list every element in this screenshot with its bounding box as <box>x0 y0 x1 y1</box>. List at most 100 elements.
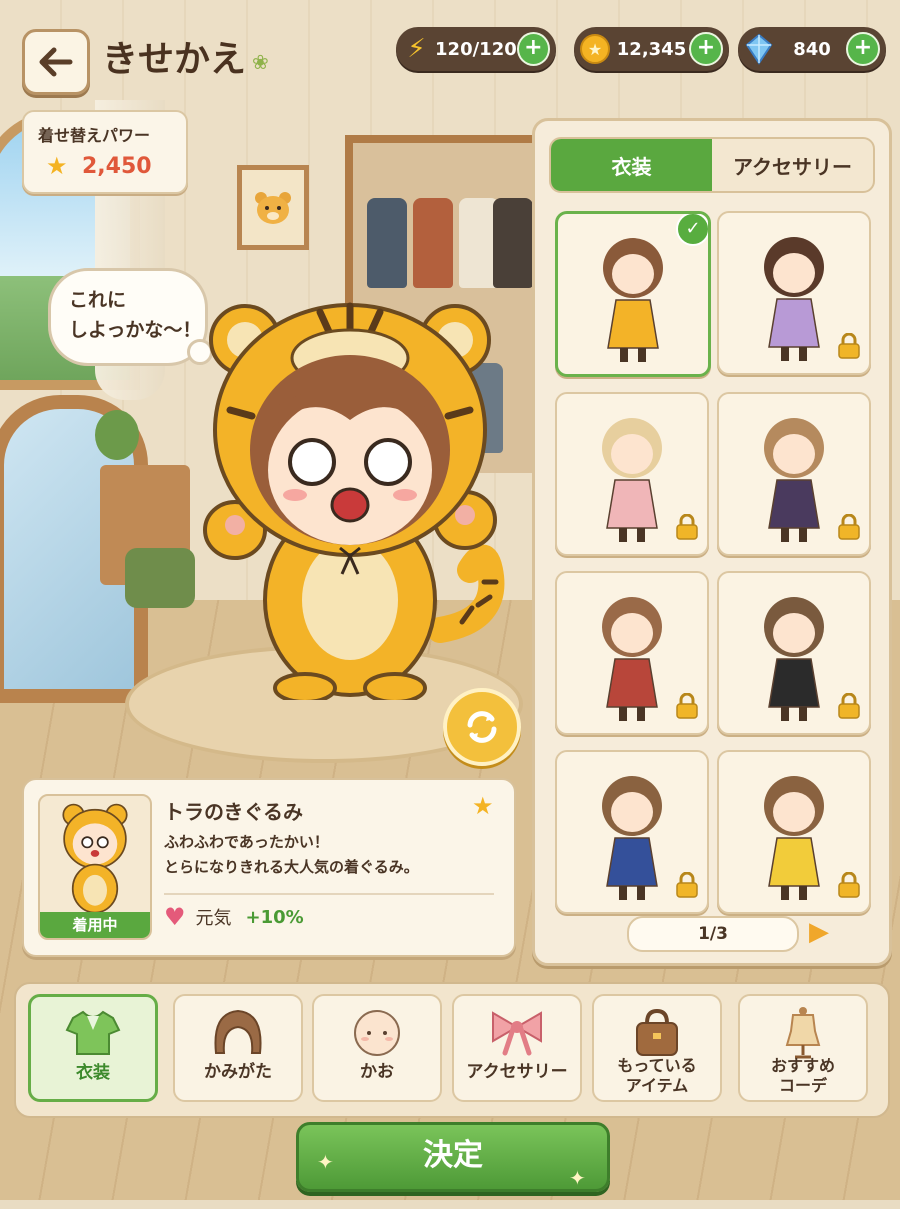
tiger-kigurumi-character <box>203 302 505 704</box>
dressup-power-box: 着せ替えパワー ★ 2,450 <box>22 110 188 194</box>
coin-counter: ★ 12,345 + <box>574 27 729 71</box>
bag-icon <box>627 1006 687 1058</box>
equipped-badge: 着用中 <box>40 912 150 938</box>
costume-figure <box>602 418 662 542</box>
rotate-character-button[interactable] <box>443 688 521 766</box>
speech-line-1: これに <box>69 289 127 311</box>
category-owned-items[interactable]: もっている アイテム <box>592 994 722 1102</box>
lock-icon <box>675 513 699 546</box>
face-icon <box>347 1006 407 1058</box>
costume-grid: ✓ <box>555 211 871 914</box>
costume-card-pink-flower-dress[interactable] <box>555 392 709 556</box>
item-stat: ♥ 元気 +10% <box>164 893 494 939</box>
back-button[interactable] <box>22 29 90 95</box>
category-label: かお <box>360 1062 394 1082</box>
costume-card-red-hood-dress[interactable] <box>555 571 709 735</box>
add-coins-button[interactable]: + <box>689 32 723 66</box>
costume-figure <box>603 238 663 362</box>
costume-figure <box>764 418 824 542</box>
lock-icon <box>837 513 861 546</box>
svg-text:★: ★ <box>588 40 602 59</box>
category-label: おすすめ コーデ <box>740 1056 866 1096</box>
shirt-icon <box>63 1007 123 1059</box>
costume-figure <box>764 237 824 361</box>
next-page-button[interactable]: ▶ <box>809 917 833 947</box>
potted-plant <box>95 410 139 460</box>
speech-line-2: しよっかな～！ <box>69 319 202 341</box>
costume-card-purple-jockey-outfit[interactable] <box>717 211 871 375</box>
item-name: トラのきぐるみ <box>164 800 303 824</box>
stamina-counter: ⚡ 120/120 + <box>396 27 556 71</box>
ribbon-icon <box>487 1006 547 1058</box>
leaf-icon: ❀ <box>252 50 269 74</box>
sparkle-icon: ✦ <box>317 1150 334 1174</box>
costume-card-blue-winter-coat[interactable] <box>555 750 709 914</box>
gem-icon <box>740 30 778 68</box>
category-recommended[interactable]: おすすめ コーデ <box>738 994 868 1102</box>
costume-card-maid-outfit[interactable] <box>717 571 871 735</box>
tab-accessory[interactable]: アクセサリー <box>712 139 873 191</box>
costume-figure <box>602 597 662 721</box>
tab-costume[interactable]: 衣装 <box>551 139 712 191</box>
tiger-picture-frame <box>237 165 309 250</box>
hanging-cloth <box>367 198 407 288</box>
costume-figure <box>602 776 662 900</box>
speech-bubble: これに しよっかな～！ <box>48 268 213 366</box>
costume-card-witch-costume[interactable] <box>717 392 871 556</box>
item-detail-card: 着用中 トラのきぐるみ ★ ふわふわであったかい！ とらになりきれる大人気の着ぐ… <box>22 778 516 957</box>
hair-icon <box>208 1006 268 1058</box>
category-label-line-1: おすすめ <box>770 1056 835 1075</box>
category-label: アクセサリー <box>466 1062 568 1082</box>
character-preview <box>200 300 510 704</box>
hanging-cloth <box>493 198 533 288</box>
item-thumbnail: 着用中 <box>38 794 152 940</box>
category-label: もっている アイテム <box>594 1056 720 1096</box>
ottoman <box>125 548 195 608</box>
category-label-line-2: コーデ <box>778 1076 827 1095</box>
category-costume[interactable]: 衣装 <box>28 994 158 1102</box>
coin-icon: ★ <box>576 30 614 68</box>
power-value: 2,450 <box>82 154 152 179</box>
heart-icon: ♥ <box>164 903 186 931</box>
category-label: かみがた <box>204 1062 272 1082</box>
confirm-label: 決定 <box>423 1138 483 1173</box>
rotate-icon <box>467 711 497 743</box>
favorite-star-icon[interactable]: ★ <box>472 792 494 820</box>
mannequin-icon <box>773 1006 833 1059</box>
category-label: 衣装 <box>76 1063 110 1083</box>
costume-figure <box>764 776 824 900</box>
category-label-line-2: アイテム <box>625 1076 689 1095</box>
lock-icon <box>837 692 861 725</box>
add-gems-button[interactable]: + <box>846 32 880 66</box>
confirm-button[interactable]: 決定 ✦ ✦ <box>296 1122 610 1192</box>
costume-figure <box>764 597 824 721</box>
stat-value: +10% <box>245 906 304 928</box>
page-indicator: 1/3 <box>627 916 799 952</box>
star-icon: ★ <box>46 152 68 180</box>
item-description: ふわふわであったかい！ とらになりきれる大人気の着ぐるみ。 <box>164 830 419 880</box>
power-label: 着せ替えパワー <box>38 126 151 145</box>
lock-icon <box>837 871 861 904</box>
hanging-cloth <box>413 198 453 288</box>
coin-value: 12,345 <box>616 38 687 60</box>
costume-card-yellow-raincoat[interactable] <box>717 750 871 914</box>
category-accessory[interactable]: アクセサリー <box>452 994 582 1102</box>
add-stamina-button[interactable]: + <box>516 32 550 66</box>
tiger-face-icon <box>255 191 291 224</box>
arrow-left-icon <box>39 47 73 77</box>
category-face[interactable]: かお <box>312 994 442 1102</box>
costume-card-tiger-kigurumi[interactable]: ✓ <box>555 211 711 377</box>
panel-tabs: 衣装 アクセサリー <box>549 137 875 193</box>
selected-check-icon: ✓ <box>676 214 708 246</box>
costume-panel: 衣装 アクセサリー ✓ 1/3 ▶ <box>532 118 892 966</box>
gem-value: 840 <box>793 38 831 60</box>
stat-label: 元気 <box>195 908 232 929</box>
category-bar: 衣装 かみがた かお アクセサリー もっている アイテム おすすめ コーデ <box>14 982 890 1118</box>
lock-icon <box>675 692 699 725</box>
stamina-value: 120/120 <box>435 38 517 60</box>
page-title: きせかえ <box>102 39 247 80</box>
item-description-line-1: ふわふわであったかい！ <box>164 833 329 851</box>
category-hairstyle[interactable]: かみがた <box>173 994 303 1102</box>
gem-counter: 840 + <box>738 27 886 71</box>
lock-icon <box>675 871 699 904</box>
